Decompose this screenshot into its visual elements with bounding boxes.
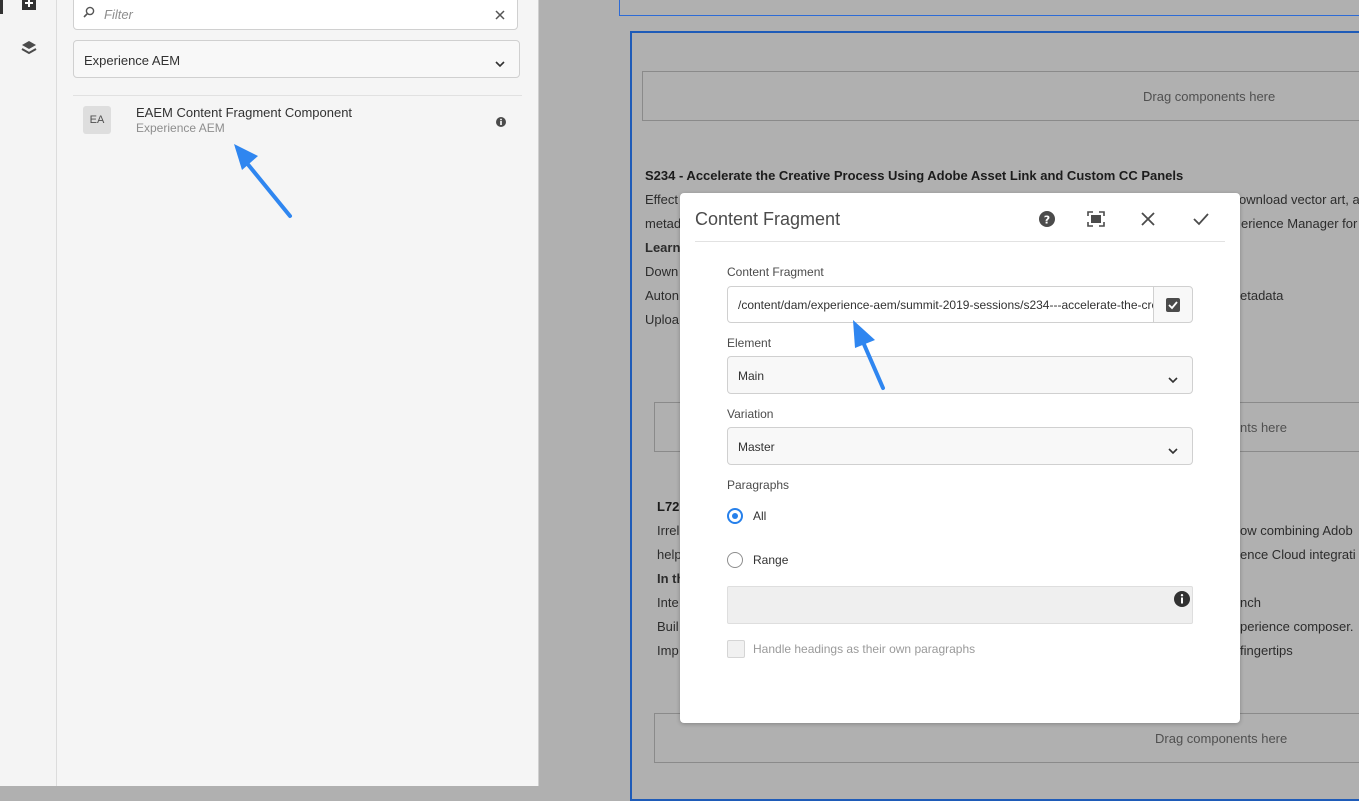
session-line: Effect [645, 192, 679, 207]
filter-placeholder: Filter [104, 7, 133, 22]
dialog-title: Content Fragment [695, 209, 841, 229]
info-icon[interactable] [496, 114, 506, 132]
clear-icon[interactable] [495, 7, 505, 25]
session-line: metad [645, 216, 682, 231]
session-line: Down [645, 264, 679, 279]
drop-zone-label: Drag components here [1155, 731, 1288, 746]
annotation-arrow [234, 144, 292, 218]
drop-zone-label: nts here [1240, 420, 1287, 435]
session-line-right: ownload vector art, a [1239, 192, 1359, 207]
headings-checkbox-label: Handle headings as their own paragraphs [753, 642, 976, 656]
variation-select[interactable]: Master [727, 427, 1193, 465]
content-fragment-label: Content Fragment [727, 265, 824, 279]
close-icon[interactable] [1136, 207, 1160, 231]
session-line-right: erience Manager for [1241, 216, 1358, 231]
component-item[interactable]: EA EAEM Content Fragment Component Exper… [73, 100, 522, 142]
session-title: L72 [657, 499, 680, 514]
dialog-header-divider [695, 241, 1225, 242]
paragraphs-label: Paragraphs [727, 478, 790, 492]
info-icon[interactable] [1174, 591, 1190, 612]
svg-text:?: ? [1044, 214, 1050, 227]
session-line: Inte [657, 595, 679, 610]
rail-active-indicator [0, 0, 3, 14]
group-select-value: Experience AEM [84, 53, 181, 68]
chevron-down-icon [495, 55, 505, 73]
select-check-icon [1166, 297, 1180, 312]
session-line-right: perience composer. [1240, 619, 1354, 634]
session-line: Learn [645, 240, 681, 255]
session-line: Auton [645, 288, 679, 303]
fullscreen-icon[interactable] [1084, 207, 1108, 231]
element-label: Element [727, 336, 772, 350]
annotation-arrow [853, 320, 885, 390]
content-fragment-path-value: /content/dam/experience-aem/summit-2019-… [738, 298, 1153, 312]
left-rail [0, 0, 57, 786]
divider [73, 95, 522, 96]
session-line-right: ence Cloud integrati [1240, 547, 1356, 562]
session-title: S234 - Accelerate the Creative Process U… [645, 168, 1184, 183]
help-icon[interactable]: ? [1035, 207, 1059, 231]
session-line: Uploa [645, 312, 679, 327]
drop-zone-label: Drag components here [1143, 89, 1276, 104]
session-line: Imp [657, 643, 679, 658]
components-panel: Filter Experience AEM EA EAEM Content Fr… [57, 0, 539, 786]
group-select[interactable]: Experience AEM [73, 40, 520, 78]
session-line: help [657, 547, 682, 562]
search-icon [83, 5, 95, 23]
content-fragment-dialog: Content Fragment ? Content Fragment /con… [680, 193, 1240, 723]
chevron-down-icon [1168, 442, 1178, 460]
radio-range-label: Range [753, 553, 789, 567]
content-fragment-path-field[interactable]: /content/dam/experience-aem/summit-2019-… [727, 286, 1154, 323]
drop-zone[interactable]: Drag components here [642, 71, 1359, 121]
element-select[interactable]: Main [727, 356, 1193, 394]
session-line: Buil [657, 619, 679, 634]
session-line-right: etadata [1240, 288, 1284, 303]
radio-all[interactable] [727, 508, 743, 524]
session-line-right: nch [1240, 595, 1261, 610]
radio-range[interactable] [727, 552, 743, 568]
session-line-right: fingertips [1240, 643, 1293, 658]
component-title: EAEM Content Fragment Component [136, 105, 353, 120]
radio-all-label: All [753, 509, 767, 523]
container-outline-top [619, 0, 1359, 16]
element-select-value: Main [738, 369, 765, 383]
component-badge: EA [83, 106, 111, 134]
path-browse-button[interactable] [1153, 286, 1193, 323]
headings-checkbox[interactable] [727, 640, 745, 658]
component-group: Experience AEM [136, 121, 225, 135]
done-icon[interactable] [1189, 207, 1213, 231]
session-line-right: ow combining Adob [1240, 523, 1353, 538]
variation-label: Variation [727, 407, 774, 421]
range-input[interactable] [727, 586, 1193, 624]
components-icon[interactable] [18, 0, 40, 14]
session-line: Irrel [657, 523, 680, 538]
filter-input[interactable]: Filter [73, 0, 518, 30]
chevron-down-icon [1168, 371, 1178, 389]
layers-icon[interactable] [18, 37, 40, 59]
variation-select-value: Master [738, 440, 775, 454]
